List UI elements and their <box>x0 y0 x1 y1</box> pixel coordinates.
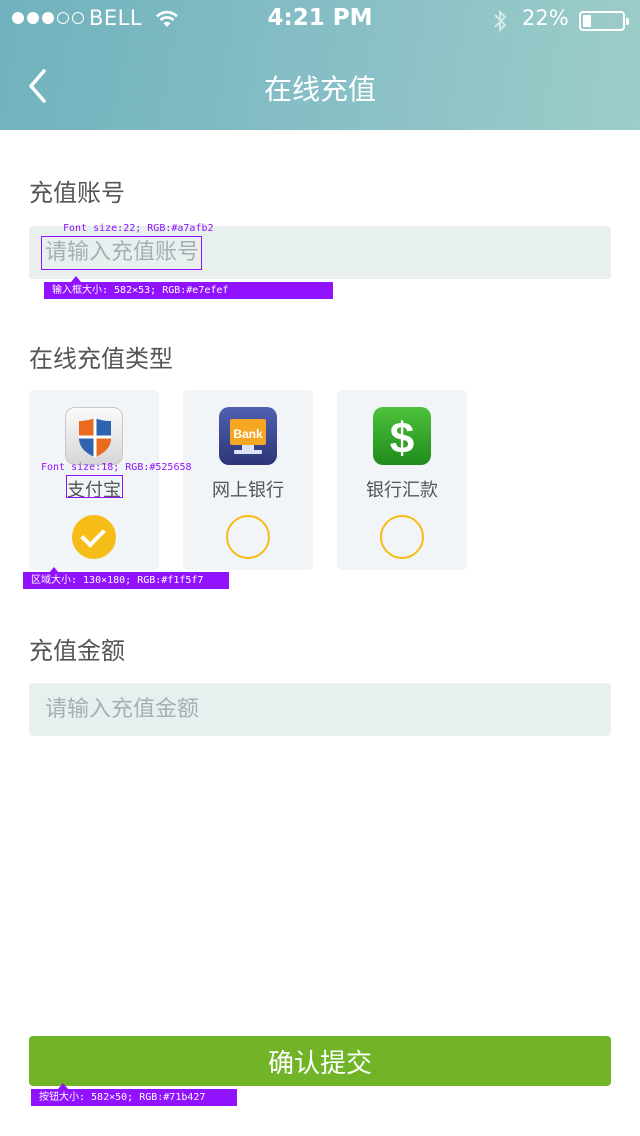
battery-icon <box>579 11 629 31</box>
dollar-icon-text: $ <box>390 414 414 463</box>
pay-option-label: 银行汇款 <box>366 480 438 501</box>
annotation-account-box: 输入框大小: 582×53; RGB:#e7efef <box>44 282 333 299</box>
radio-unselected-icon[interactable] <box>380 515 424 559</box>
annotation-button-box: 按钮大小: 582×50; RGB:#71b427 <box>31 1089 237 1106</box>
bluetooth-icon <box>494 9 507 33</box>
annotation-frame <box>41 236 202 270</box>
pay-option-label: 网上银行 <box>212 480 284 501</box>
account-label: 充值账号 <box>29 179 125 207</box>
checkmark-icon[interactable] <box>72 515 116 559</box>
recharge-type-label: 在线充值类型 <box>29 345 173 373</box>
annotation-account-font: Font size:22; RGB:#a7afb2 <box>63 223 214 234</box>
page-title: 在线充值 <box>263 73 376 106</box>
battery-percent: 22% <box>522 6 569 30</box>
radio-unselected-icon[interactable] <box>226 515 270 559</box>
alipay-shield-icon <box>65 407 123 465</box>
amount-label: 充值金额 <box>29 637 125 665</box>
dollar-icon: $ <box>373 407 431 465</box>
app-header: BELL 4:21 PM 22% 在线充值 <box>0 0 640 130</box>
annotation-option-box: 区域大小: 130×180; RGB:#f1f5f7 <box>23 572 229 589</box>
amount-input[interactable] <box>29 683 611 736</box>
annotation-frame <box>66 475 123 498</box>
bank-icon-text: Bank <box>233 427 263 441</box>
bank-monitor-icon: Bank <box>219 407 277 465</box>
annotation-option-font: Font size:18; RGB:#525658 <box>41 462 192 473</box>
pay-option-bank-transfer[interactable]: $ 银行汇款 <box>337 390 467 570</box>
submit-button[interactable]: 确认提交 <box>29 1036 611 1086</box>
status-bar: BELL 4:21 PM 22% <box>0 0 640 40</box>
pay-option-online-bank[interactable]: Bank 网上银行 <box>183 390 313 570</box>
